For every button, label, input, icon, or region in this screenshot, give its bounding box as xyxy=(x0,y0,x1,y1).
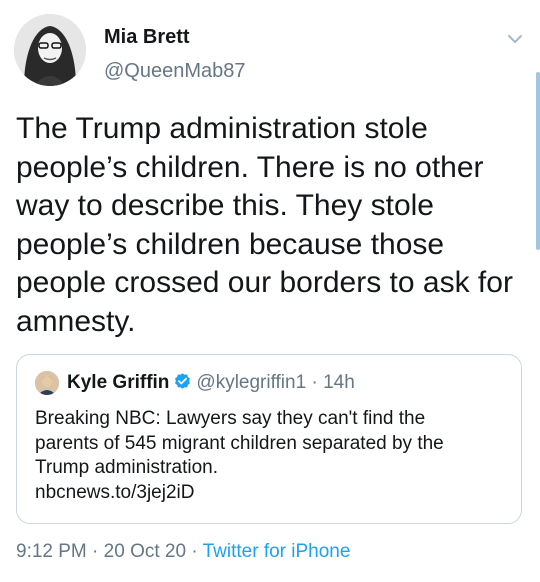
quoted-time[interactable]: 14h xyxy=(323,372,355,393)
scroll-indicator[interactable] xyxy=(536,72,540,250)
tweet-text-line: amnesty. xyxy=(16,304,136,338)
quoted-author-avatar xyxy=(35,371,59,395)
tweet-text-line: The Trump administration stole xyxy=(16,112,428,145)
quoted-tweet-card[interactable]: Kyle Griffin @kylegriffin1 · 14h Breaking… xyxy=(16,354,522,524)
tweet-date[interactable]: 20 Oct 20 xyxy=(104,541,186,562)
quoted-text-line: Breaking NBC: Lawyers say they can't fin… xyxy=(35,408,426,429)
tweet-text-line: people’s children. There is no other xyxy=(16,150,484,184)
author-name[interactable]: Mia Brett xyxy=(104,26,190,49)
verified-badge-icon xyxy=(173,372,192,391)
meta-separator: · xyxy=(191,541,198,562)
quoted-text-line: Trump administration. xyxy=(35,457,219,478)
quoted-link[interactable]: nbcnews.to/3jej2iD xyxy=(35,481,505,506)
author-handle[interactable]: @QueenMab87 xyxy=(104,60,246,83)
quoted-tweet-text: Breaking NBC: Lawyers say they can't fin… xyxy=(35,407,505,505)
quoted-separator: · xyxy=(311,372,318,393)
tweet-text-line: people crossed our borders to ask for xyxy=(16,266,513,299)
tweet: Mia Brett @QueenMab87 The Trump administ… xyxy=(0,0,540,582)
quoted-tweet-header: Kyle Griffin @kylegriffin1 · 14h xyxy=(67,371,355,395)
chevron-down-icon[interactable] xyxy=(504,28,526,50)
quoted-author-name[interactable]: Kyle Griffin xyxy=(67,372,169,393)
tweet-time[interactable]: 9:12 PM xyxy=(16,541,87,562)
quoted-author-handle[interactable]: @kylegriffin1 xyxy=(196,372,306,393)
meta-separator: · xyxy=(92,541,99,562)
tweet-meta: 9:12 PM · 20 Oct 20 · Twitter for iPhone xyxy=(16,541,350,563)
tweet-text: The Trump administration stole people’s … xyxy=(16,110,516,341)
tweet-source-link[interactable]: Twitter for iPhone xyxy=(203,541,351,562)
tweet-text-line: people’s children because those xyxy=(16,227,445,261)
quoted-text-line: parents of 545 migrant children separate… xyxy=(35,432,444,454)
tweet-text-line: way to describe this. They stole xyxy=(16,189,434,222)
author-avatar[interactable] xyxy=(14,14,86,86)
avatar-image xyxy=(14,14,86,86)
